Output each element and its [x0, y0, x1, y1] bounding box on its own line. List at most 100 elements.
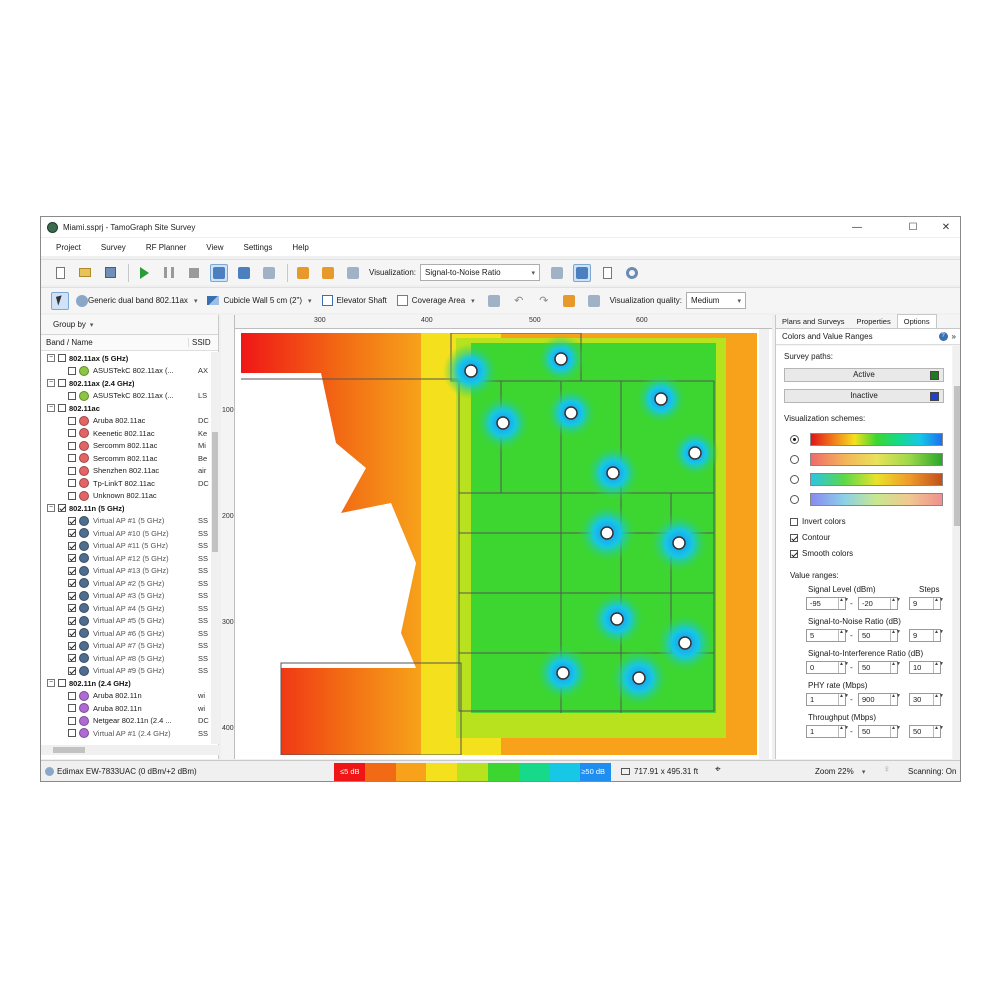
- maximize-icon[interactable]: ☐: [898, 217, 928, 237]
- map-vscrollbar[interactable]: [759, 329, 769, 759]
- ap-list-item[interactable]: Virtual AP #9 (5 GHz) SS: [41, 665, 211, 678]
- menu-view[interactable]: View: [206, 243, 223, 252]
- redo-button[interactable]: ↷: [535, 292, 553, 310]
- collapse-toggle-icon[interactable]: −: [47, 354, 55, 363]
- band-group-row[interactable]: − 802.11ax (5 GHz): [41, 352, 211, 365]
- checkbox[interactable]: [68, 616, 76, 625]
- signal-max-input[interactable]: -20 ▲▼: [858, 597, 901, 610]
- scroll-thumb[interactable]: [954, 386, 960, 526]
- spinner-icon[interactable]: ▲▼: [838, 630, 849, 641]
- checkbox[interactable]: [68, 604, 76, 613]
- heatmap-canvas[interactable]: [241, 333, 757, 755]
- spinner-icon[interactable]: ▲▼: [933, 598, 944, 609]
- report-button[interactable]: [598, 264, 616, 282]
- checkbox[interactable]: [68, 391, 76, 400]
- checkbox[interactable]: [68, 629, 76, 638]
- new-project-button[interactable]: [51, 264, 69, 282]
- throughput-min-input[interactable]: 1 ▲▼: [806, 725, 849, 738]
- visualization-select[interactable]: Signal-to-Noise Ratio ▾: [420, 264, 540, 281]
- spinner-icon[interactable]: ▲▼: [838, 694, 849, 705]
- wall-tool-select[interactable]: Cubicle Wall 5 cm (2") ▾: [207, 296, 312, 305]
- microphone-icon[interactable]: ♀: [883, 764, 891, 775]
- spinner-icon[interactable]: ▲▼: [890, 726, 901, 737]
- ap-list-item[interactable]: Virtual AP #2 (5 GHz) SS: [41, 577, 211, 590]
- checkbox[interactable]: [58, 404, 66, 413]
- ap-list-item[interactable]: Keenetic 802.11ac Ke: [41, 427, 211, 440]
- band-group-row[interactable]: − 802.11n (5 GHz): [41, 502, 211, 515]
- scheme-radio-4[interactable]: [790, 495, 799, 504]
- checkbox[interactable]: [58, 679, 66, 688]
- select-tool-button[interactable]: [51, 291, 69, 310]
- calibrate-button[interactable]: [294, 264, 312, 282]
- options-button[interactable]: [623, 264, 641, 282]
- collapse-icon[interactable]: »: [952, 332, 956, 341]
- collapse-toggle-icon[interactable]: −: [47, 504, 55, 513]
- visualization-settings-button[interactable]: [548, 264, 566, 282]
- throughput-max-input[interactable]: 50 ▲▼: [858, 725, 901, 738]
- checkbox[interactable]: [790, 517, 798, 526]
- scheme-radio-2[interactable]: [790, 455, 799, 464]
- collapse-toggle-icon[interactable]: −: [47, 379, 55, 388]
- access-point-icon[interactable]: [556, 666, 570, 680]
- close-icon[interactable]: ✕: [931, 217, 960, 237]
- sir-min-input[interactable]: 0 ▲▼: [806, 661, 849, 674]
- ap-list-item[interactable]: Netgear 802.11n (2.4 ... DC: [41, 715, 211, 728]
- signal-min-input[interactable]: -95 ▲▼: [806, 597, 849, 610]
- band-group-row[interactable]: − 802.11ax (2.4 GHz): [41, 377, 211, 390]
- save-project-button[interactable]: [101, 264, 119, 282]
- ap-list-hscrollbar[interactable]: [41, 745, 219, 755]
- access-point-icon[interactable]: [496, 416, 510, 430]
- active-survey-button[interactable]: [235, 264, 253, 282]
- ap-tool-select[interactable]: Generic dual band 802.11ax ▾: [76, 294, 197, 307]
- access-point-icon[interactable]: [610, 612, 624, 626]
- snr-min-input[interactable]: 5 ▲▼: [806, 629, 849, 642]
- menu-rf-planner[interactable]: RF Planner: [146, 243, 186, 252]
- ap-list-item[interactable]: Virtual AP #13 (5 GHz) SS: [41, 565, 211, 578]
- menu-settings[interactable]: Settings: [243, 243, 272, 252]
- checkbox[interactable]: [68, 554, 76, 563]
- ap-list-item[interactable]: Virtual AP #12 (5 GHz) SS: [41, 552, 211, 565]
- minimize-icon[interactable]: —: [842, 217, 872, 237]
- checkbox[interactable]: [68, 454, 76, 463]
- scheme-radio-1[interactable]: [790, 435, 799, 444]
- checkbox[interactable]: [68, 491, 76, 500]
- ap-list-item[interactable]: Aruba 802.11n wi: [41, 690, 211, 703]
- ap-list-item[interactable]: Virtual AP #10 (5 GHz) SS: [41, 527, 211, 540]
- checkbox[interactable]: [68, 516, 76, 525]
- checkbox[interactable]: [68, 441, 76, 450]
- access-point-icon[interactable]: [554, 352, 568, 366]
- tab-plans-and-surveys[interactable]: Plans and Surveys: [776, 315, 851, 328]
- spinner-icon[interactable]: ▲▼: [933, 694, 944, 705]
- ap-list-item[interactable]: Sercomm 802.11ac Be: [41, 452, 211, 465]
- ap-list-item[interactable]: ASUSTekC 802.11ax (... LS: [41, 390, 211, 403]
- group-by-button[interactable]: Group by ▾: [41, 315, 218, 335]
- ap-list-item[interactable]: Tp-LinkT 802.11ac DC: [41, 477, 211, 490]
- access-point-icon[interactable]: [464, 364, 478, 378]
- ap-list-item[interactable]: Virtual AP #1 (5 GHz) SS: [41, 515, 211, 528]
- checkbox[interactable]: [68, 529, 76, 538]
- crosshair-icon[interactable]: ⌖: [715, 764, 721, 775]
- floor-plan-view[interactable]: 300 400 500 600 100 200 300 400: [221, 315, 772, 759]
- spinner-icon[interactable]: ▲▼: [838, 726, 849, 737]
- stop-survey-button[interactable]: [185, 264, 203, 282]
- spinner-icon[interactable]: ▲▼: [838, 598, 849, 609]
- auto-placement-button[interactable]: [560, 292, 578, 310]
- checkbox[interactable]: [68, 566, 76, 575]
- checkbox[interactable]: [790, 533, 798, 542]
- smooth-colors-checkbox[interactable]: Smooth colors: [790, 549, 853, 558]
- menu-project[interactable]: Project: [56, 243, 81, 252]
- inactive-path-color-button[interactable]: Inactive: [784, 389, 944, 403]
- snr-max-input[interactable]: 50 ▲▼: [858, 629, 901, 642]
- checkbox[interactable]: [68, 579, 76, 588]
- ap-list-vscrollbar[interactable]: [211, 352, 219, 744]
- menu-help[interactable]: Help: [292, 243, 308, 252]
- checkbox[interactable]: [68, 641, 76, 650]
- scroll-thumb[interactable]: [53, 747, 85, 753]
- access-point-icon[interactable]: [632, 671, 646, 685]
- access-point-icon[interactable]: [606, 466, 620, 480]
- band-group-row[interactable]: − 802.11n (2.4 GHz): [41, 677, 211, 690]
- checkbox[interactable]: [58, 504, 66, 513]
- phy-steps-input[interactable]: 30 ▲▼: [909, 693, 944, 706]
- access-point-icon[interactable]: [672, 536, 686, 550]
- checkbox[interactable]: [790, 549, 798, 558]
